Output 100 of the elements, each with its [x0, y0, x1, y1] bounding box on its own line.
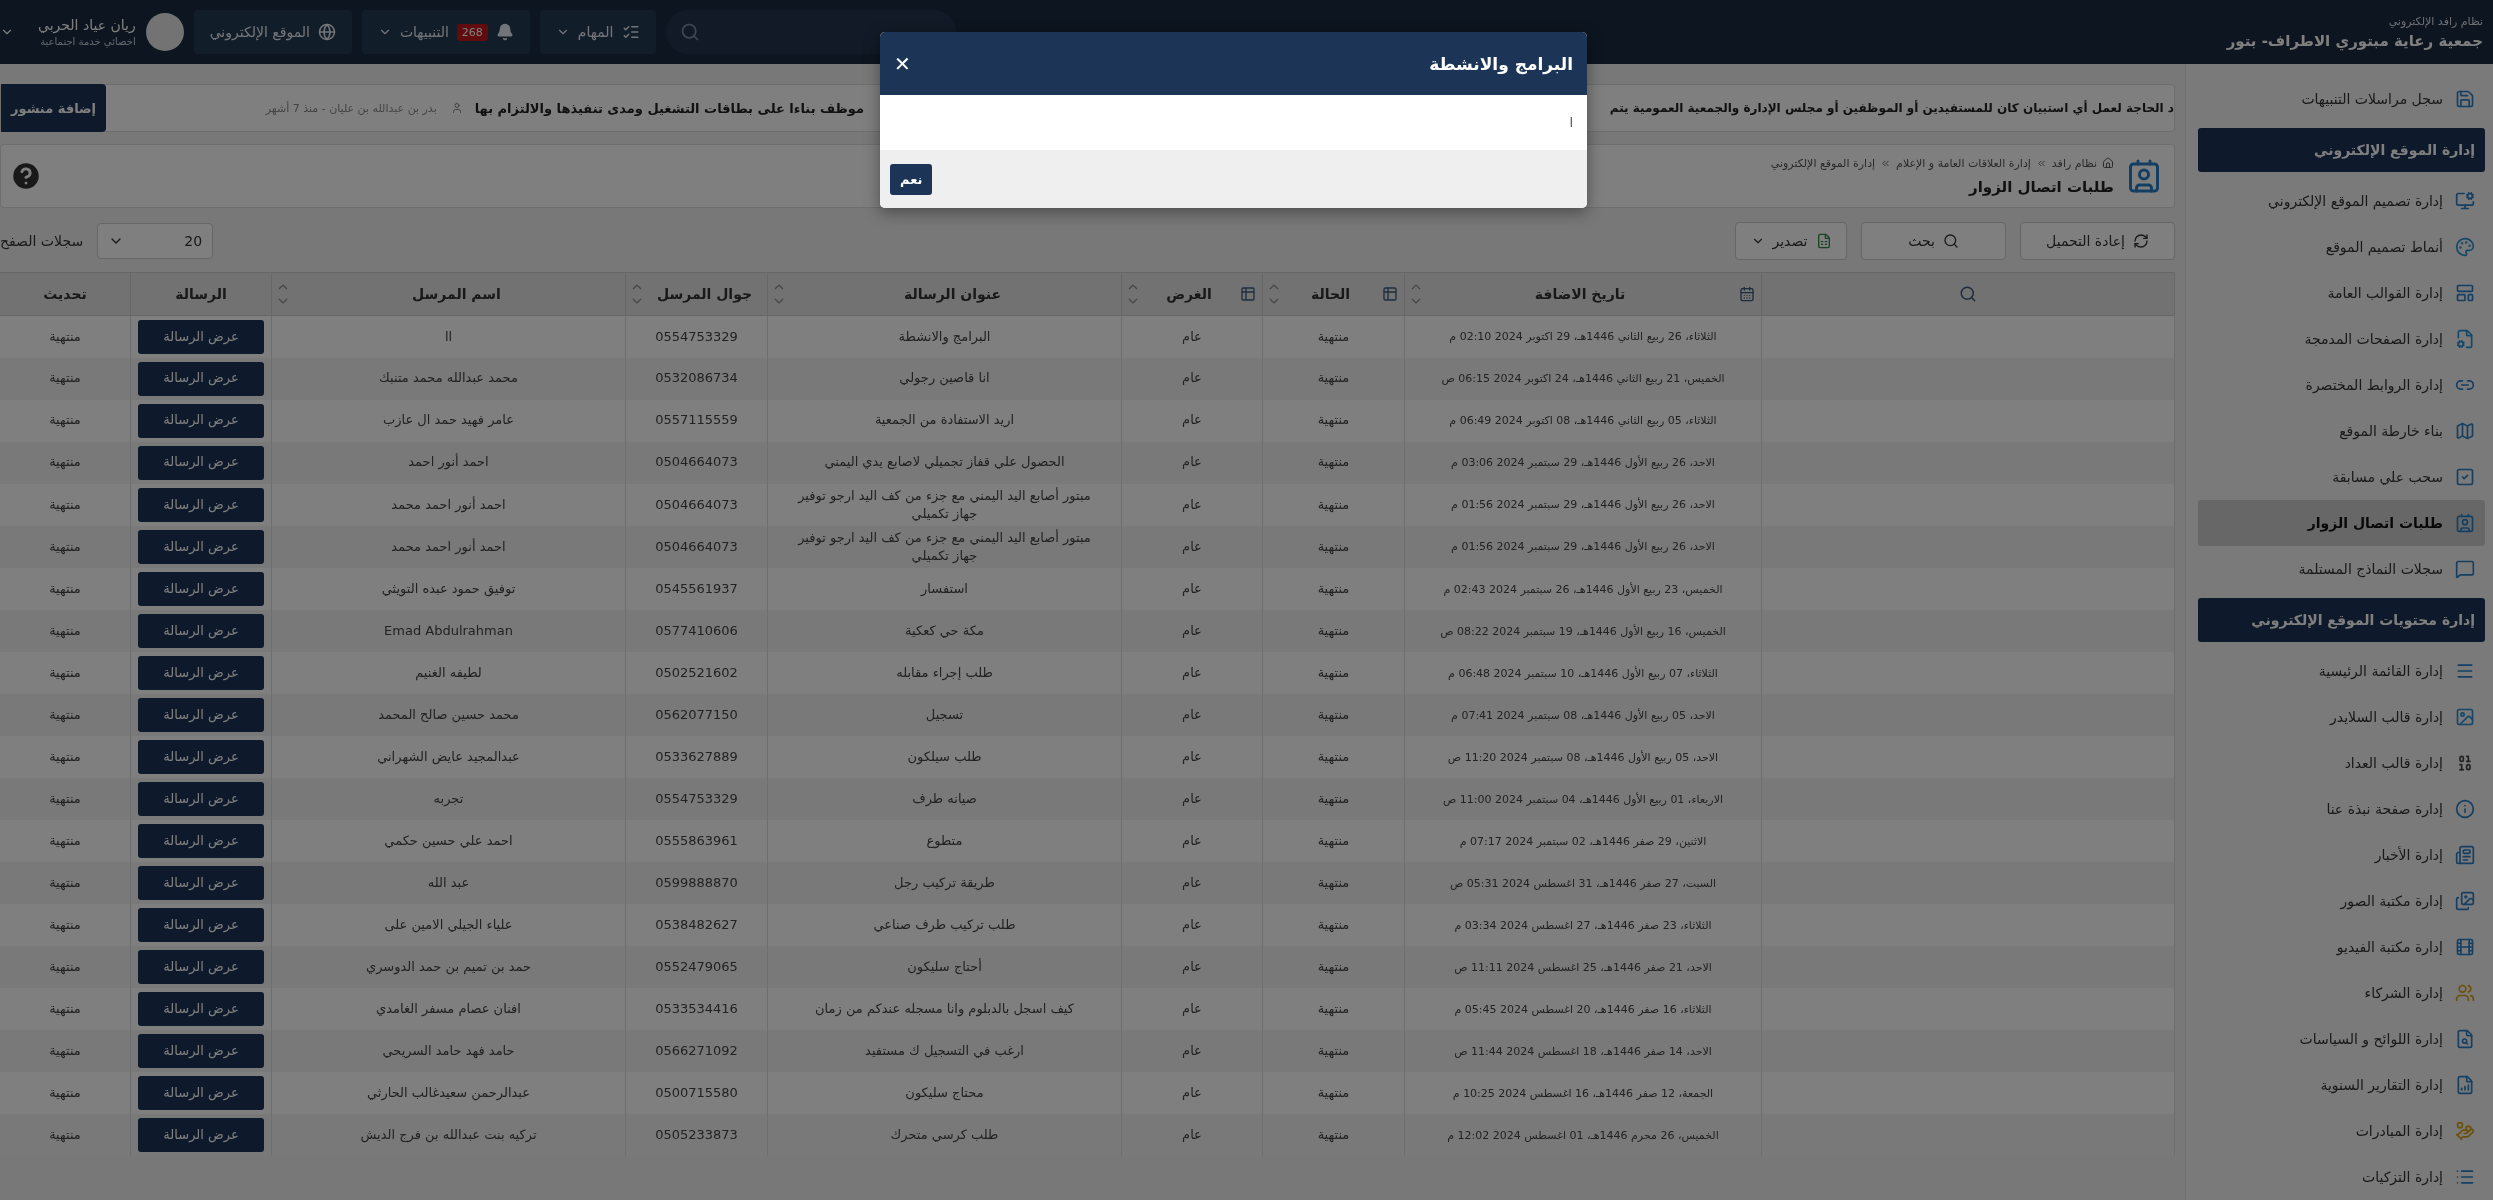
sidebar-item[interactable]: سحب علي مسابقة: [2198, 454, 2485, 500]
table-cell: طلب تركيب طرف صناعي: [873, 917, 1016, 933]
view-message-button[interactable]: عرض الرسالة: [138, 1076, 264, 1111]
sidebar-item[interactable]: إدارة صفحة نبذة عنا: [2198, 786, 2485, 832]
table-cell: منتهية: [1317, 707, 1350, 723]
breadcrumb-link[interactable]: نظام رافد: [2051, 156, 2097, 170]
table-cell: الاحد، 14 صفر 1446هـ، 18 اغسطس 2024 11:44 ص: [1454, 1044, 1712, 1058]
sort-icon: [1269, 283, 1279, 305]
ticker-text: موظف بناءا على بطاقات التشغيل ومدى تنفيذها والالتزام بها: [474, 100, 864, 116]
view-message-button[interactable]: عرض الرسالة: [138, 656, 264, 691]
sidebar-item[interactable]: إدارة قالب السلايدر: [2198, 694, 2485, 740]
yes-button[interactable]: نعم: [890, 163, 933, 195]
sidebar-item[interactable]: إدارة مكتبة الصور: [2198, 878, 2485, 924]
table-cell: الجمعة، 12 صفر 1446هـ، 16 اغسطس 2024 10:25 م: [1452, 1086, 1714, 1100]
table-cell: الثلاثاء، 23 صفر 1446هـ، 27 اغسطس 2024 03:34 م: [1454, 918, 1712, 932]
monitor-icon: [2455, 191, 2475, 211]
page-gear-icon: [2455, 329, 2475, 349]
table-cell: متطوع: [926, 833, 963, 849]
sidebar-item[interactable]: إدارة اللوائح و السياسات: [2198, 1016, 2485, 1062]
view-message-button[interactable]: عرض الرسالة: [138, 824, 264, 859]
table-cell: اريد الاستفادة من الجمعية: [874, 412, 1015, 428]
sidebar-section: إدارة الموقع الإلكتروني: [2198, 128, 2485, 172]
table-cell: الاحد، 26 ربيع الأول 1446هـ، 29 سبتمبر 2024 03:06 م: [1451, 455, 1715, 469]
view-message-button[interactable]: عرض الرسالة: [138, 740, 264, 775]
checklist-icon: [621, 23, 640, 41]
table-cell: منتهية: [1317, 1001, 1350, 1017]
table-cell: عام: [1182, 707, 1202, 723]
breadcrumb-link[interactable]: إدارة الموقع الإلكتروني: [1770, 156, 1876, 170]
table-cell: عام: [1182, 581, 1202, 597]
view-message-button[interactable]: عرض الرسالة: [138, 319, 264, 354]
sidebar-item[interactable]: طلبات اتصال الزوار: [2198, 500, 2485, 546]
film-icon: [2455, 937, 2475, 957]
table-cell: عام: [1182, 412, 1202, 428]
table-cell: عام: [1182, 328, 1202, 344]
page-size-label: سجلات الصفح: [0, 233, 84, 249]
sidebar-item[interactable]: إدارة الشركاء: [2198, 970, 2485, 1016]
sidebar-item[interactable]: سجلات النماذج المستلمة: [2198, 546, 2485, 592]
tasks-menu[interactable]: المهام: [539, 10, 656, 54]
table-cell: توفيق حمود عبده التويثي: [381, 581, 516, 597]
table-cell: الثلاثاء، 07 ربيع الأول 1446هـ، 10 سبتمبر 2024 06:48 م: [1448, 666, 1718, 680]
users-icon: [2455, 983, 2475, 1003]
close-button[interactable]: ✕: [894, 51, 911, 76]
table-cell: 0557115559: [655, 412, 738, 428]
search-icon: [1942, 233, 1959, 249]
sidebar-item[interactable]: إدارة تصميم الموقع الإلكتروني: [2198, 178, 2485, 224]
table-cell: عام: [1182, 749, 1202, 765]
add-post-button[interactable]: إضافة منشور: [1, 84, 107, 132]
sidebar-item[interactable]: إدارة التقارير السنوية: [2198, 1062, 2485, 1108]
view-message-button[interactable]: عرض الرسالة: [138, 866, 264, 901]
sidebar-item[interactable]: إدارة الصفحات المدمجة: [2198, 316, 2485, 362]
column-header: تاريخ الاضافة: [1533, 286, 1627, 302]
view-message-button[interactable]: عرض الرسالة: [138, 1034, 264, 1069]
table-cell: احمد أنور احمد: [408, 454, 489, 470]
sidebar-item[interactable]: إدارة قالب العداد: [2198, 740, 2485, 786]
view-message-button[interactable]: عرض الرسالة: [138, 992, 264, 1027]
sidebar-item[interactable]: إدارة الروابط المختصرة: [2198, 362, 2485, 408]
view-message-button[interactable]: عرض الرسالة: [138, 530, 264, 565]
table-cell: منتهية: [49, 328, 81, 344]
sidebar-item[interactable]: إدارة القوالب العامة: [2198, 270, 2485, 316]
view-message-button[interactable]: عرض الرسالة: [138, 445, 264, 480]
table-cell: منتهية: [49, 623, 81, 639]
sidebar-item[interactable]: إدارة التزكيات: [2198, 1154, 2485, 1200]
sidebar-item[interactable]: إدارة الأخبار: [2198, 832, 2485, 878]
page-title: طلبات اتصال الزوار: [1967, 177, 2114, 196]
view-message-button[interactable]: عرض الرسالة: [138, 361, 264, 396]
sidebar-item[interactable]: سجل مراسلات التنبيهات: [2198, 76, 2485, 122]
search-icon[interactable]: [1959, 285, 1977, 303]
view-message-button[interactable]: عرض الرسالة: [138, 1118, 264, 1153]
table-cell: عام: [1182, 1127, 1202, 1143]
table-cell: حامد فهد حامد السريحي: [382, 1043, 515, 1059]
view-message-button[interactable]: عرض الرسالة: [138, 698, 264, 733]
toolbar-button[interactable]: إعادة التحميل: [2020, 222, 2175, 260]
table-cell: منتهية: [49, 833, 81, 849]
sidebar-section: إدارة محتويات الموقع الإلكتروني: [2198, 598, 2485, 642]
table-cell: منتهية: [1317, 1127, 1350, 1143]
table-cell: عبدالمجيد عايض الشهراني: [377, 749, 520, 765]
table-cell: منتهية: [1317, 1043, 1350, 1059]
sidebar-item[interactable]: بناء خارطة الموقع: [2198, 408, 2485, 454]
breadcrumb-link[interactable]: إدارة العلاقات العامة و الإعلام: [1896, 156, 2031, 170]
sidebar-item[interactable]: إدارة مكتبة الفيديو: [2198, 924, 2485, 970]
spreadsheet-icon: [1815, 233, 1832, 249]
view-message-button[interactable]: عرض الرسالة: [138, 403, 264, 438]
sidebar-item[interactable]: إدارة القائمة الرئيسية: [2198, 648, 2485, 694]
view-message-button[interactable]: عرض الرسالة: [138, 487, 264, 522]
table-cell: 0545561937: [655, 581, 738, 597]
view-message-button[interactable]: عرض الرسالة: [138, 782, 264, 817]
website-button[interactable]: الموقع الإلكتروني: [193, 10, 352, 54]
view-message-button[interactable]: عرض الرسالة: [138, 572, 264, 607]
toolbar-button[interactable]: بحث: [1861, 222, 2006, 260]
view-message-button[interactable]: عرض الرسالة: [138, 950, 264, 985]
post-author: بدر بن عبدالله بن عليان - منذ 7 أشهر: [265, 101, 437, 115]
view-message-button[interactable]: عرض الرسالة: [138, 908, 264, 943]
toolbar-button[interactable]: تصدير: [1735, 222, 1847, 260]
table-cell: الاثنين، 29 صفر 1446هـ، 02 سبتمبر 2024 07:17 م: [1459, 834, 1707, 848]
view-message-button[interactable]: عرض الرسالة: [138, 614, 264, 649]
table-cell: كيف اسجل بالدبلوم وانا مسجله عندكم من زمان: [815, 1001, 1074, 1017]
sort-icon: [278, 283, 288, 305]
sidebar-item[interactable]: أنماط تصميم الموقع: [2198, 224, 2485, 270]
page-size-select[interactable]: 20: [97, 223, 214, 259]
sidebar-item[interactable]: إدارة المبادرات: [2198, 1108, 2485, 1154]
